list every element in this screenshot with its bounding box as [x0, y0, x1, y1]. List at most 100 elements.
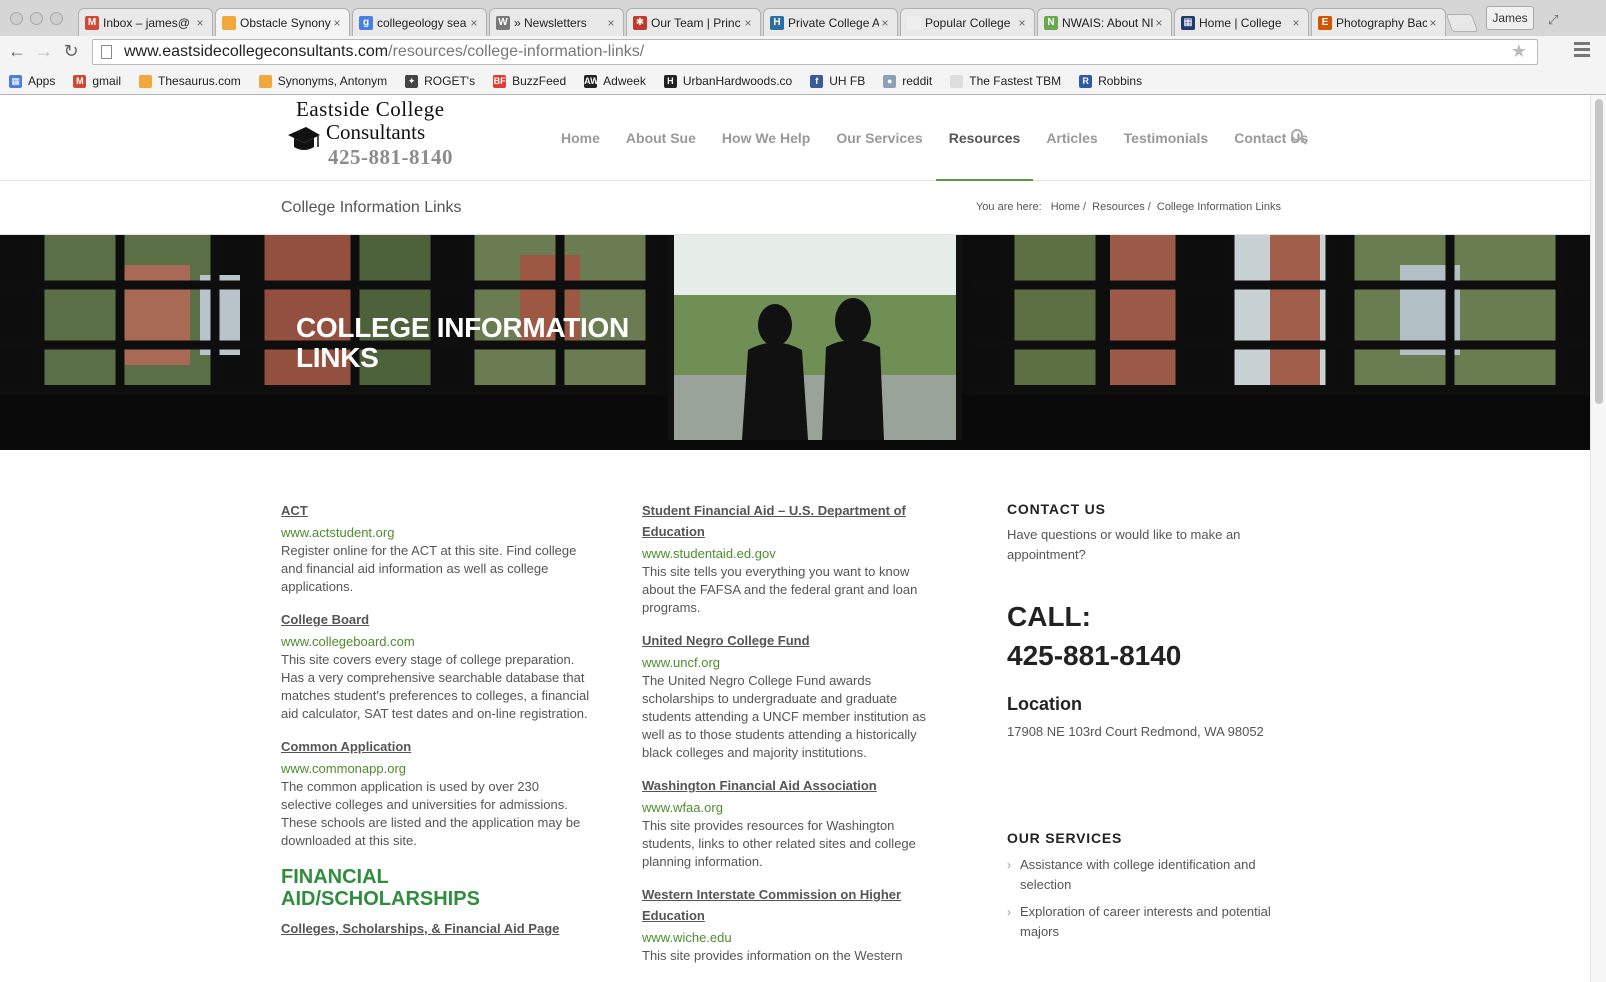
bookmark-item[interactable]: ▦ Apps: [9, 74, 55, 88]
breadcrumb-home[interactable]: Home: [1051, 201, 1080, 213]
entry-title[interactable]: Western Interstate Commission on Higher …: [642, 884, 942, 926]
bookmark-item[interactable]: ● reddit: [883, 74, 932, 88]
bookmark-favicon-icon: H: [663, 74, 677, 88]
call-label: CALL:: [1007, 601, 1091, 632]
entry-description: This site tells you everything you want …: [642, 564, 918, 615]
call-number[interactable]: 425-881-8140: [1007, 636, 1297, 675]
close-window-button[interactable]: [10, 12, 23, 25]
browser-tab[interactable]: Obstacle Synony ×: [215, 8, 350, 36]
entry-url[interactable]: www.wfaa.org: [642, 799, 942, 817]
reload-button[interactable]: ↻: [60, 40, 82, 62]
forward-button[interactable]: →: [33, 40, 55, 62]
entry-title[interactable]: United Negro College Fund: [642, 630, 942, 651]
bookmark-item[interactable]: f UH FB: [810, 74, 865, 88]
search-icon[interactable]: [1290, 128, 1308, 146]
browser-tab[interactable]: H Private College A ×: [763, 8, 898, 36]
browser-tab[interactable]: M Inbox – james@ ×: [78, 8, 213, 36]
site-logo[interactable]: Eastside College Consultants 425-881-814…: [286, 95, 486, 175]
scrollbar-thumb[interactable]: [1595, 99, 1603, 404]
tab-title: Inbox – james@: [103, 15, 190, 30]
browser-tab[interactable]: N NWAIS: About NI ×: [1037, 8, 1172, 36]
bookmark-item[interactable]: Thesaurus.com: [139, 74, 241, 88]
entry-title[interactable]: College Board: [281, 609, 591, 630]
tab-close-icon[interactable]: ×: [879, 16, 891, 30]
links-column-1: ACT www.actstudent.org Register online for…: [281, 500, 591, 942]
breadcrumb: You are here: Home / Resources / College I…: [975, 201, 1281, 213]
tab-close-icon[interactable]: ×: [1290, 16, 1302, 30]
nav-item-articles[interactable]: Articles: [1033, 95, 1110, 181]
nav-item-our-services[interactable]: Our Services: [823, 95, 935, 181]
tab-close-icon[interactable]: ×: [194, 16, 206, 30]
entry-title-next[interactable]: Colleges, Scholarships, & Financial Aid …: [281, 918, 591, 939]
entry-description: The United Negro College Fund awards sch…: [642, 673, 926, 760]
bookmark-item[interactable]: H UrbanHardwoods.co: [663, 74, 792, 88]
tab-close-icon[interactable]: ×: [1016, 16, 1028, 30]
tab-title: NWAIS: About NI: [1062, 15, 1153, 30]
browser-tab[interactable]: W » Newsletters ×: [489, 8, 624, 36]
bookmark-item[interactable]: ✦ ROGET's: [405, 74, 475, 88]
tab-close-icon[interactable]: ×: [331, 16, 343, 30]
bookmark-item[interactable]: R Robbins: [1079, 74, 1142, 88]
tab-close-icon[interactable]: ×: [468, 16, 480, 30]
chrome-menu-icon[interactable]: [1574, 42, 1590, 60]
browser-tab[interactable]: g collegeology sea ×: [352, 8, 487, 36]
entry-description: Register online for the ACT at this site…: [281, 543, 577, 594]
entry-url[interactable]: www.studentaid.ed.gov: [642, 545, 942, 563]
tab-favicon-icon: M: [85, 15, 99, 30]
hero-banner: COLLEGE INFORMATION LINKS: [0, 235, 1590, 450]
entry-url[interactable]: www.commonapp.org: [281, 760, 591, 778]
entry-url[interactable]: www.actstudent.org: [281, 524, 591, 542]
bookmark-item[interactable]: Mgmail: [73, 74, 121, 88]
page-title: College Information Links: [281, 199, 462, 216]
graduation-cap-icon: [288, 127, 320, 150]
nav-item-home[interactable]: Home: [548, 95, 613, 181]
service-item: Assistance with college identification a…: [1007, 855, 1297, 895]
bookmark-label: reddit: [902, 74, 933, 88]
bookmark-item[interactable]: Synonyms, Antonym: [258, 74, 387, 88]
link-entry: Washington Financial Aid Association www.…: [642, 775, 942, 871]
tab-close-icon[interactable]: ×: [605, 16, 617, 30]
entry-title[interactable]: Washington Financial Aid Association: [642, 775, 942, 796]
nav-item-about-sue[interactable]: About Sue: [613, 95, 709, 181]
browser-tab[interactable]: ✱ Our Team | Princ ×: [626, 8, 761, 36]
bookmark-star-icon[interactable]: ★: [1511, 41, 1527, 62]
bookmark-item[interactable]: The Fastest TBM: [950, 74, 1061, 88]
new-tab-button[interactable]: [1445, 14, 1479, 32]
main-navigation: Home About Sue How We Help Our Services Reso…: [548, 95, 1321, 181]
nav-item-resources[interactable]: Resources: [935, 95, 1034, 181]
entry-title[interactable]: ACT: [281, 500, 591, 521]
browser-tab[interactable]: ▦ Home | College ×: [1174, 8, 1309, 36]
bookmark-item[interactable]: AW Adweek: [584, 74, 646, 88]
page-scrollbar[interactable]: [1590, 95, 1606, 982]
tab-close-icon[interactable]: ×: [1153, 16, 1165, 30]
entry-url[interactable]: www.uncf.org: [642, 654, 942, 672]
link-entry: Common Application www.commonapp.org The c…: [281, 736, 591, 850]
entry-title[interactable]: Student Financial Aid – U.S. Department …: [642, 500, 942, 542]
logo-phone: 425-881-8140: [328, 145, 453, 169]
back-button[interactable]: ←: [6, 40, 28, 62]
entry-url[interactable]: www.wiche.edu: [642, 929, 942, 947]
tab-close-icon[interactable]: ×: [1427, 16, 1439, 30]
profile-button[interactable]: James: [1486, 6, 1534, 30]
entry-title[interactable]: Common Application: [281, 736, 591, 757]
fullscreen-icon[interactable]: ⤢: [1548, 12, 1558, 28]
browser-tab[interactable]: E Photography Bac ×: [1311, 8, 1446, 36]
bookmark-label: gmail: [92, 74, 122, 88]
logo-line2: Consultants: [326, 120, 426, 144]
link-entry: College Board www.collegeboard.com This si…: [281, 609, 591, 723]
browser-tab[interactable]: Popular College ×: [900, 8, 1035, 36]
nav-item-testimonials[interactable]: Testimonials: [1111, 95, 1222, 181]
bookmark-favicon-icon: [258, 74, 272, 88]
minimize-window-button[interactable]: [30, 12, 43, 25]
zoom-window-button[interactable]: [50, 12, 63, 25]
bookmark-label: Robbins: [1098, 74, 1143, 88]
bookmark-label: Adweek: [603, 74, 646, 88]
nav-item-how-we-help[interactable]: How We Help: [709, 95, 823, 181]
url-host: www.eastsidecollegeconsultants.com: [124, 43, 389, 60]
bookmark-item[interactable]: BF BuzzFeed: [493, 74, 566, 88]
address-bar[interactable]: www.eastsidecollegeconsultants.com/resou…: [92, 39, 1538, 65]
breadcrumb-resources[interactable]: Resources: [1092, 201, 1145, 213]
tab-close-icon[interactable]: ×: [742, 16, 754, 30]
entry-url[interactable]: www.collegeboard.com: [281, 633, 591, 651]
breadcrumb-current[interactable]: College Information Links: [1157, 201, 1281, 213]
